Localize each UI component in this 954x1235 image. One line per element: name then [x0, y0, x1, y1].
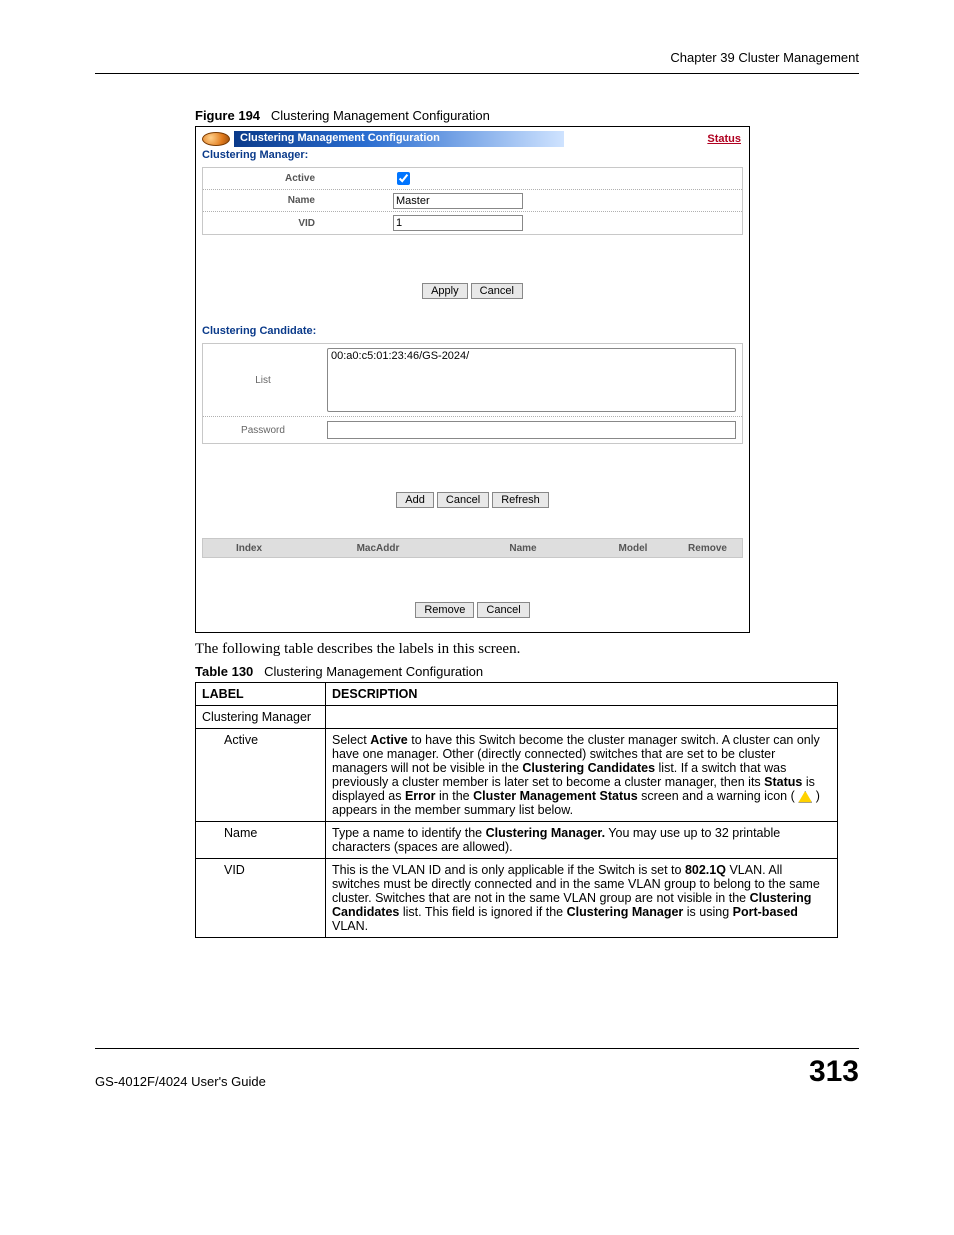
add-button[interactable]: Add [396, 492, 434, 508]
cell-desc: Select Active to have this Switch become… [326, 729, 838, 822]
password-input[interactable] [327, 421, 736, 439]
cell-desc: Type a name to identify the Clustering M… [326, 822, 838, 859]
clustering-manager-label: Clustering Manager: [196, 147, 749, 167]
members-header-row: Index MacAddr Name Model Remove [202, 538, 743, 558]
cell-label: Active [196, 729, 326, 822]
active-checkbox[interactable] [397, 172, 410, 185]
col-name: Name [453, 543, 593, 554]
name-label: Name [203, 195, 323, 206]
warning-icon [798, 791, 812, 803]
cancel-button-mgr[interactable]: Cancel [471, 283, 523, 299]
clustering-candidate-label: Clustering Candidate: [196, 323, 749, 343]
apply-button[interactable]: Apply [422, 283, 468, 299]
page-number: 313 [809, 1055, 859, 1089]
screenshot-panel: Clustering Management Configuration Stat… [195, 126, 750, 633]
candidate-table: List 00:a0:c5:01:23:46/GS-2024/ Password [202, 343, 743, 444]
cell-label: Name [196, 822, 326, 859]
figure-title: Clustering Management Configuration [271, 108, 490, 123]
table-number: Table 130 [195, 664, 253, 679]
col-model: Model [593, 543, 673, 554]
figure-caption: Figure 194 Clustering Management Configu… [195, 108, 859, 123]
refresh-button[interactable]: Refresh [492, 492, 549, 508]
table-row: Name Type a name to identify the Cluster… [196, 822, 838, 859]
figure-number: Figure 194 [195, 108, 260, 123]
remove-button[interactable]: Remove [415, 602, 474, 618]
cell-desc: This is the VLAN ID and is only applicab… [326, 859, 838, 938]
table-row: Active Select Active to have this Switch… [196, 729, 838, 822]
vid-label: VID [203, 218, 323, 229]
candidate-option[interactable]: 00:a0:c5:01:23:46/GS-2024/ [329, 350, 734, 363]
manager-config-table: Active Name VID [202, 167, 743, 235]
title-bar: Clustering Management Configuration Stat… [196, 127, 749, 147]
cell-label: VID [196, 859, 326, 938]
password-label: Password [203, 419, 323, 442]
th-label: LABEL [196, 683, 326, 706]
status-link[interactable]: Status [707, 133, 743, 145]
table-row: Clustering Manager [196, 706, 838, 729]
name-input[interactable] [393, 193, 523, 209]
table-row: VID This is the VLAN ID and is only appl… [196, 859, 838, 938]
cell-desc [326, 706, 838, 729]
th-description: DESCRIPTION [326, 683, 838, 706]
explain-text: The following table describes the labels… [195, 641, 859, 658]
col-index: Index [203, 543, 303, 554]
page-footer: GS-4012F/4024 User's Guide 313 [95, 1048, 859, 1089]
cancel-button-cand[interactable]: Cancel [437, 492, 489, 508]
list-label: List [203, 345, 323, 416]
table-title: Clustering Management Configuration [264, 664, 483, 679]
vid-input[interactable] [393, 215, 523, 231]
table-caption: Table 130 Clustering Management Configur… [195, 664, 859, 679]
description-table: LABEL DESCRIPTION Clustering Manager Act… [195, 682, 838, 938]
guide-name: GS-4012F/4024 User's Guide [95, 1074, 266, 1089]
cell-label: Clustering Manager [196, 706, 326, 729]
cancel-button-mem[interactable]: Cancel [477, 602, 529, 618]
logo-icon [202, 132, 230, 146]
active-label: Active [203, 173, 323, 184]
window-title: Clustering Management Configuration [234, 131, 564, 147]
col-macaddr: MacAddr [303, 543, 453, 554]
col-remove: Remove [673, 543, 742, 554]
chapter-header: Chapter 39 Cluster Management [95, 50, 859, 74]
candidate-listbox[interactable]: 00:a0:c5:01:23:46/GS-2024/ [327, 348, 736, 412]
